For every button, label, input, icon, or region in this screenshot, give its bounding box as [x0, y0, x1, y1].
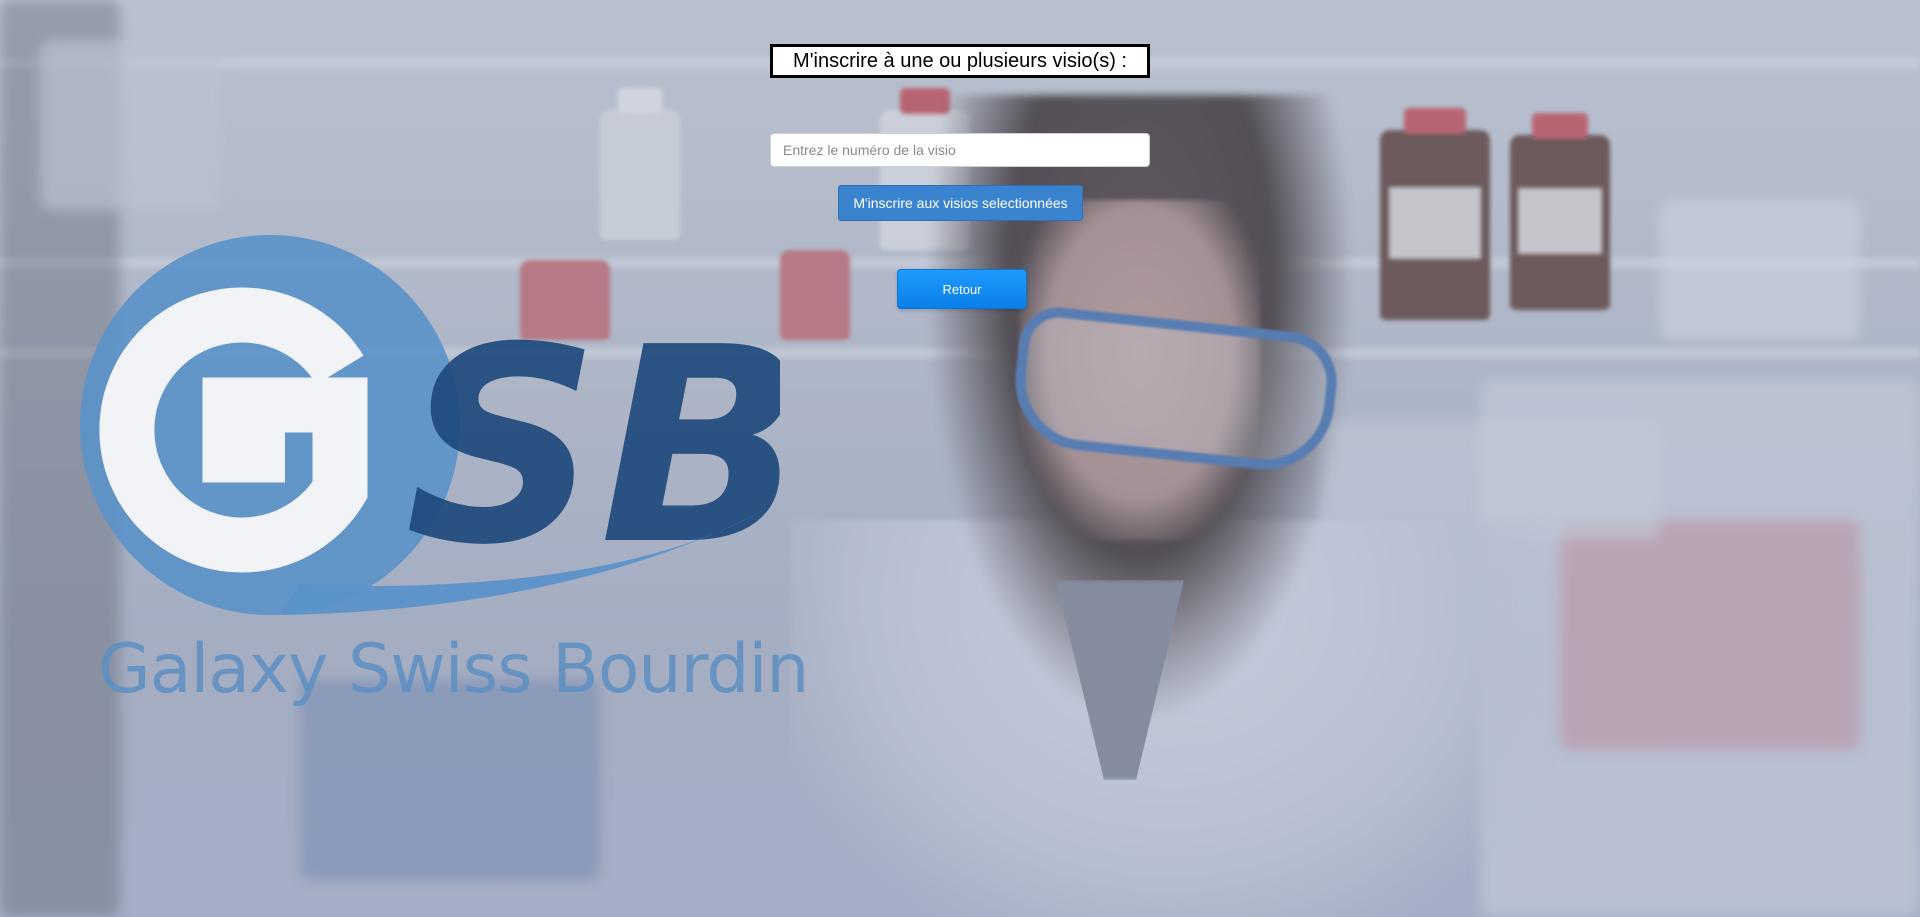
visio-number-input[interactable] — [770, 133, 1150, 167]
page: SB Galaxy Swiss Bourdin M'inscrire à une… — [0, 0, 1920, 917]
page-title: M'inscrire à une ou plusieurs visio(s) : — [770, 44, 1150, 78]
logo-company-name: Galaxy Swiss Bourdin — [98, 630, 809, 709]
register-selected-visios-button[interactable]: M'inscrire aux visios selectionnées — [838, 185, 1083, 221]
logo-letters-sb: SB — [405, 289, 780, 604]
back-button[interactable]: Retour — [897, 269, 1027, 309]
